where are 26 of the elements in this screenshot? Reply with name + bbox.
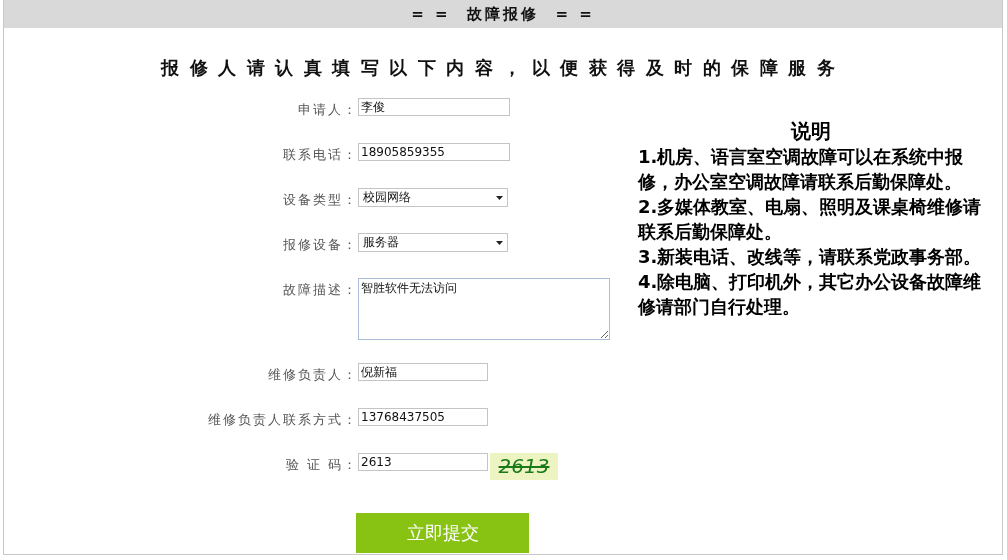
description-field[interactable]: 智胜软件无法访问: [358, 278, 610, 340]
field-label: 维修负责人联系方式：: [207, 411, 358, 429]
field-label: 报修设备：: [282, 236, 358, 254]
caret-icon: [496, 195, 503, 200]
captcha-field[interactable]: 2613: [358, 453, 488, 471]
form-heading: 报修人请认真填写以下内容，以便获得及时的保障服务: [159, 56, 846, 80]
notes-title: 说明: [789, 118, 832, 144]
field-label: 故障描述：: [282, 281, 358, 299]
note-text: 1.机房、语言室空调故障可以在系统中报修，办公室空调故障请联系后勤保障处。: [638, 145, 965, 194]
field-label: 维修负责人：: [267, 366, 358, 384]
text-field[interactable]: 13768437505: [358, 408, 488, 426]
dropdown[interactable]: 校园网络: [358, 188, 508, 207]
note-text: 4.除电脑、打印机外，其它办公设备故障维修请部门自行处理。: [638, 270, 983, 319]
field-label: 验 证 码：: [284, 456, 358, 474]
text-field[interactable]: 李俊: [358, 98, 510, 116]
captcha-image: 2613: [490, 453, 558, 480]
page-header: = = 故障报修 = =: [4, 0, 1002, 28]
note-text: 2.多媒体教室、电扇、照明及课桌椅维修请联系后勤保障处。: [638, 195, 983, 244]
text-field[interactable]: 倪新福: [358, 363, 488, 381]
field-label: 联系电话：: [282, 146, 358, 164]
dropdown[interactable]: 服务器: [358, 233, 508, 252]
text-field[interactable]: 18905859355: [358, 143, 510, 161]
note-text: 3.新装电话、改线等，请联系党政事务部。: [638, 245, 983, 269]
field-label: 设备类型：: [282, 191, 358, 209]
field-label: 申请人：: [297, 101, 358, 119]
caret-icon: [496, 240, 503, 245]
